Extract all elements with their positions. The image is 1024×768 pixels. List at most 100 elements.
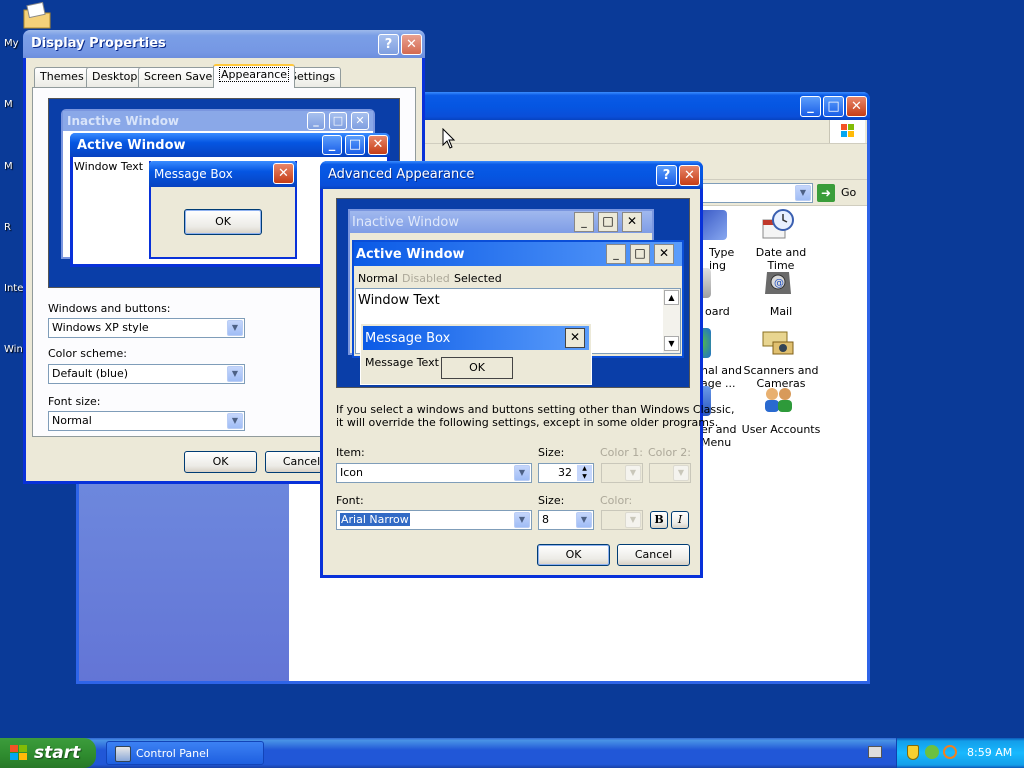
cancel-button[interactable]: Cancel (617, 544, 690, 566)
ok-button[interactable]: OK (184, 451, 257, 473)
close-icon: ✕ (351, 112, 369, 130)
close-icon: ✕ (565, 328, 585, 348)
display-properties-titlebar[interactable]: Display Properties ? ✕ (23, 30, 425, 58)
color1-picker[interactable]: ▼ (601, 463, 643, 483)
task-control-panel[interactable]: Control Panel (106, 741, 264, 765)
spin-up-icon[interactable]: ▲ (577, 465, 592, 473)
color2-picker[interactable]: ▼ (649, 463, 691, 483)
desktop-label-m2[interactable]: M (4, 161, 13, 172)
color-scheme-select[interactable]: Default (blue) ▼ (48, 364, 245, 384)
tab-desktop[interactable]: Desktop (86, 67, 144, 87)
start-button[interactable]: start (0, 738, 96, 768)
preview-window-text: Window Text (74, 160, 144, 173)
chevron-down-icon[interactable]: ▼ (514, 465, 530, 481)
spin-down-icon[interactable]: ▼ (577, 473, 592, 481)
minimize-icon: _ (606, 244, 626, 264)
minimize-button[interactable]: _ (800, 96, 821, 117)
preview-inactive-title: Inactive Window (67, 114, 180, 128)
adv-menu-normal: Normal (358, 272, 398, 285)
adv-msgbox-text: Message Text (365, 356, 439, 369)
desktop-label-m1[interactable]: M (4, 99, 13, 110)
close-button[interactable]: ✕ (401, 34, 422, 55)
cp-item-user-accounts[interactable]: User Accounts (741, 423, 821, 436)
size-spinner[interactable]: 32 ▲ ▼ (538, 463, 594, 483)
preview-message-box: Message Box ✕ OK (149, 161, 297, 259)
font-select[interactable]: Arial Narrow ▼ (336, 510, 532, 530)
italic-button[interactable]: I (671, 511, 689, 529)
adv-preview-message-box: Message Box ✕ Message Text OK (360, 323, 592, 385)
preview-msgbox-title: Message Box (154, 167, 233, 181)
preview-msgbox-titlebar: Message Box ✕ (149, 161, 297, 187)
clock[interactable]: 8:59 AM (967, 746, 1012, 759)
mail-icon[interactable]: @ (761, 268, 795, 298)
desktop-label-win[interactable]: Win (4, 344, 23, 355)
user-accounts-icon[interactable] (761, 384, 795, 414)
search-icon[interactable] (943, 745, 957, 759)
mouse-cursor-icon (442, 127, 456, 153)
chevron-down-icon[interactable]: ▼ (227, 366, 243, 382)
close-button[interactable]: ✕ (846, 96, 867, 117)
desktop-label-inte[interactable]: Inte (4, 283, 23, 294)
date-time-icon[interactable] (761, 208, 795, 239)
chevron-down-icon[interactable]: ▼ (227, 320, 243, 336)
font-size-select[interactable]: 8 ▼ (538, 510, 594, 530)
font-size-label: Font size: (48, 395, 101, 408)
chevron-down-icon[interactable]: ▼ (514, 512, 530, 528)
close-icon: ✕ (622, 212, 642, 232)
help-button[interactable]: ? (378, 34, 399, 55)
chevron-down-icon[interactable]: ▼ (576, 512, 592, 528)
adv-preview-ok-button: OK (441, 357, 513, 379)
window-title: Advanced Appearance (328, 167, 475, 182)
window-title: Display Properties (31, 36, 166, 51)
taskbar: start Control Panel 8:59 AM (0, 738, 1024, 768)
scanner-camera-icon[interactable] (761, 326, 795, 356)
cp-item-type[interactable]: Type ing (709, 246, 734, 272)
chevron-down-icon[interactable]: ▼ (625, 512, 641, 528)
cp-item-mail[interactable]: Mail (741, 305, 821, 318)
adv-inactive-title: Inactive Window (352, 215, 459, 230)
minimize-icon: _ (307, 112, 325, 130)
adv-menu-selected: Selected (454, 272, 502, 285)
font-size-select[interactable]: Normal ▼ (48, 411, 245, 431)
go-label[interactable]: Go (841, 186, 856, 199)
font-label: Font: (336, 494, 364, 507)
maximize-button[interactable]: □ (823, 96, 844, 117)
help-button[interactable]: ? (656, 165, 677, 186)
go-arrow-icon[interactable]: ➜ (817, 184, 835, 202)
close-button[interactable]: ✕ (679, 165, 700, 186)
desktop-label-r[interactable]: R (4, 222, 11, 233)
maximize-icon: □ (598, 212, 618, 232)
control-panel-icon (115, 746, 131, 762)
task-label: Control Panel (136, 747, 209, 760)
windows-flag-icon (10, 745, 27, 760)
notice-line-1: If you select a windows and buttons sett… (336, 403, 735, 416)
adv-active-titlebar: Active Window _ □ ✕ (354, 242, 682, 266)
network-icon[interactable] (925, 745, 939, 759)
scroll-down-icon: ▼ (664, 336, 679, 351)
scroll-up-icon: ▲ (664, 290, 679, 305)
bold-button[interactable]: B (650, 511, 668, 529)
desktop-folder-icon[interactable] (22, 1, 52, 30)
chevron-down-icon[interactable]: ▼ (625, 465, 641, 481)
cp-item-oard[interactable]: oard (705, 305, 730, 318)
ok-button[interactable]: OK (537, 544, 610, 566)
windows-buttons-select[interactable]: Windows XP style ▼ (48, 318, 245, 338)
advanced-preview: Inactive Window _ □ ✕ Active Window _ □ … (336, 198, 690, 388)
item-select[interactable]: Icon ▼ (336, 463, 532, 483)
scrollbar: ▲ ▼ (663, 289, 680, 353)
chevron-down-icon[interactable]: ▼ (795, 185, 811, 201)
chevron-down-icon[interactable]: ▼ (673, 465, 689, 481)
keyboard-language-icon[interactable] (868, 746, 882, 758)
font-color-picker[interactable]: ▼ (601, 510, 643, 530)
tab-appearance[interactable]: Appearance (213, 64, 296, 88)
tab-themes[interactable]: Themes (34, 67, 90, 87)
maximize-icon: □ (329, 112, 347, 130)
tab-screen-saver[interactable]: Screen Saver (138, 67, 223, 87)
item-label: Item: (336, 446, 365, 459)
desktop-label-my[interactable]: My (4, 38, 19, 49)
system-tray: 8:59 AM (896, 738, 1024, 768)
advanced-appearance-titlebar[interactable]: Advanced Appearance ? ✕ (320, 161, 703, 189)
color-scheme-label: Color scheme: (48, 347, 127, 360)
chevron-down-icon[interactable]: ▼ (227, 413, 243, 429)
security-shield-icon[interactable] (907, 745, 919, 760)
